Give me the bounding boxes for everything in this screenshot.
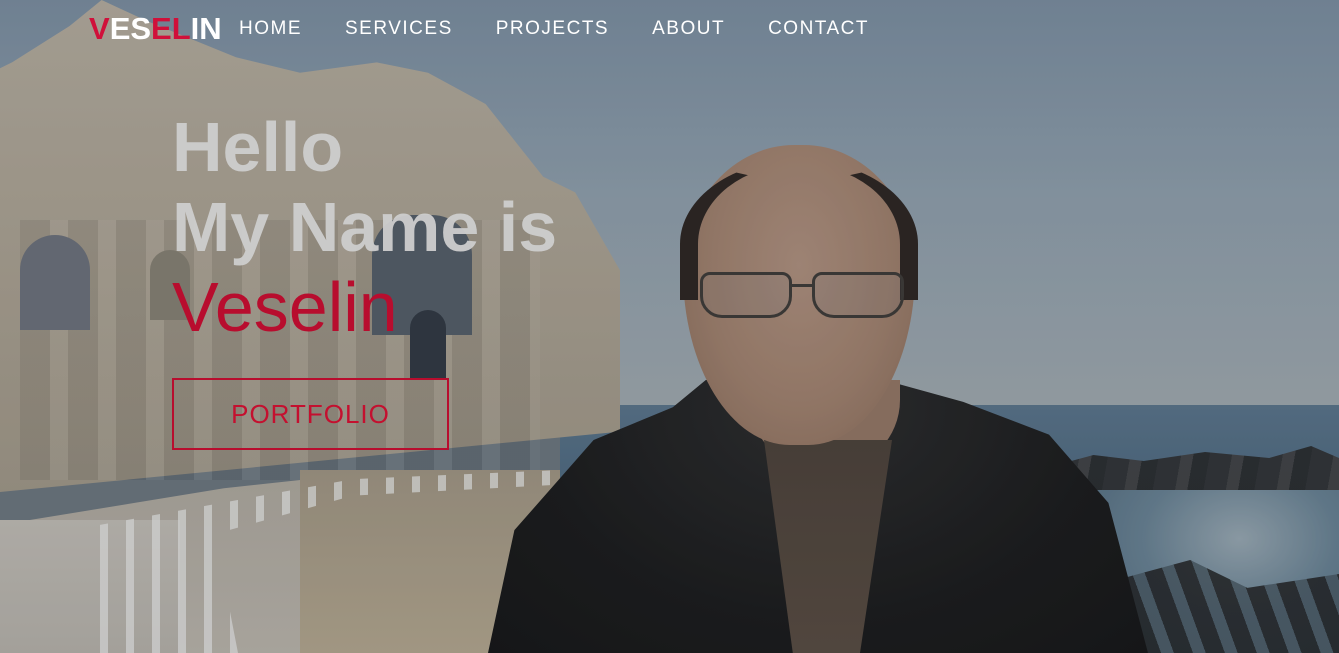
nav-link-projects[interactable]: PROJECTS	[496, 17, 609, 41]
logo-text-el: EL	[151, 11, 191, 46]
nav-link-about[interactable]: ABOUT	[652, 17, 725, 41]
nav-link-home[interactable]: HOME	[239, 17, 302, 41]
logo-text-es: ES	[109, 11, 152, 46]
hero-greeting: Hello	[172, 108, 344, 186]
portfolio-button[interactable]: PORTFOLIO	[172, 378, 449, 450]
nav-link-services[interactable]: SERVICES	[345, 17, 453, 41]
main-menu: HOME SERVICES PROJECTS ABOUT CONTACT	[239, 17, 912, 41]
site-logo[interactable]: VESELIN	[89, 12, 222, 46]
hero-intro: My Name is	[172, 188, 558, 266]
logo-text-in: IN	[190, 11, 222, 46]
hero-name: Veselin	[172, 268, 398, 346]
top-navigation: VESELIN HOME SERVICES PROJECTS ABOUT CON…	[0, 0, 1339, 58]
logo-letter-v: V	[89, 11, 110, 46]
nav-link-contact[interactable]: CONTACT	[768, 17, 869, 41]
